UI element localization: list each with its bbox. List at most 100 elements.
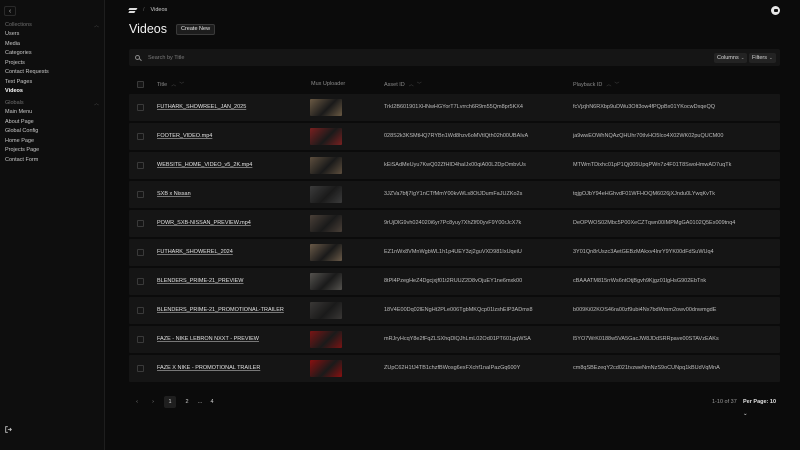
sort-arrows-icon[interactable]: ︿﹀ [606, 82, 622, 88]
video-title-link[interactable]: POWR_SXB-NISSAN_PREVIEW.mp4 [157, 220, 251, 226]
logout-button[interactable] [5, 426, 12, 435]
row-checkbox[interactable] [137, 249, 144, 256]
video-thumbnail [310, 99, 342, 116]
table-row[interactable]: FUTHARK_SHOWEREL_2024 EZ1nWx8VMnWgbWL1h1p… [129, 239, 780, 266]
chevron-left-icon[interactable]: ‹ [131, 396, 143, 408]
create-new-button[interactable]: Create New [176, 23, 216, 35]
video-thumbnail [310, 302, 342, 319]
page-header: Videos Create New [129, 22, 216, 36]
video-thumbnail [310, 157, 342, 174]
row-checkbox[interactable] [137, 133, 144, 140]
asset-id: 028S2k3KSMtHQ7RYBn1Wd8hzv6oMVtlQth02h00U… [384, 133, 529, 139]
row-checkbox[interactable] [137, 307, 144, 314]
chevron-up-icon: ︿ [93, 23, 99, 29]
row-checkbox[interactable] [137, 365, 144, 372]
table-row[interactable]: WEBSITE_HOME_VIDEO_v5_2K.mp4 kEiSAdMeUyu7… [129, 152, 780, 179]
column-header-title[interactable]: Title ︿﹀ [157, 81, 187, 88]
breadcrumb-current: Videos [150, 7, 168, 13]
logo-icon[interactable] [129, 7, 137, 13]
video-thumbnail [310, 360, 342, 377]
video-title-link[interactable]: BLENDERS_PRIME-21_PREVIEW [157, 278, 244, 284]
playback-id: tqjgOJbY94eHGhvdF01WFHOQM6026jXJndu0LYwq… [573, 191, 716, 197]
playback-id: fcVjzjhN6RXbp9uDWu3Olt3ow4fPQpBx01YKocwD… [573, 104, 716, 110]
video-title-link[interactable]: FUTHARK_SHOWEREL_2024 [157, 249, 233, 255]
sidebar-item-main-menu[interactable]: Main Menu [5, 108, 39, 118]
table-row[interactable]: FUTHARK_SHOWREEL_JAN_2025 TrkI2B601901XHN… [129, 94, 780, 121]
asset-id: mRJryHcqY8e2fFqZLSXhqDlQJhLmL02Od01PT601… [384, 336, 531, 342]
globals-nav: Main Menu About Page Global Config Home … [5, 108, 39, 165]
columns-button[interactable]: Columns ⌄ [714, 52, 748, 63]
row-checkbox[interactable] [137, 336, 144, 343]
sidebar-item-contact-form[interactable]: Contact Form [5, 156, 39, 166]
asset-id: kEiSAdMeUyu7KwQ02ZfHID4haIJx00qiA00L2DpO… [384, 162, 526, 168]
per-page-select[interactable]: Per Page: 10 ⌄ [743, 396, 780, 420]
search-input[interactable] [148, 54, 448, 61]
globals-group-header[interactable]: Globals ︿ [5, 100, 99, 107]
sidebar-item-projects[interactable]: Projects [5, 59, 49, 69]
pagination-ellipsis: ... [197, 399, 203, 405]
table-row[interactable]: POWR_SXB-NISSAN_PREVIEW.mp4 9rUjDlG9vh024… [129, 210, 780, 237]
chevron-right-icon[interactable]: › [147, 396, 159, 408]
video-title-link[interactable]: FUTHARK_SHOWREEL_JAN_2025 [157, 104, 246, 110]
sidebar-item-text-pages[interactable]: Text Pages [5, 78, 49, 88]
sort-arrows-icon[interactable]: ︿﹀ [409, 82, 425, 88]
page-4-button[interactable]: 4 [206, 396, 218, 408]
sidebar-item-global-config[interactable]: Global Config [5, 127, 39, 137]
table-row[interactable]: FAZE X NIKE - PROMOTIONAL TRAILER ZUpC62H… [129, 355, 780, 382]
column-header-mux-uploader: Mux Uploader [311, 81, 346, 87]
asset-id: 9rUjDlG9vh024020i6yr7Pc8yuy7XhZlf00yvF9Y… [384, 220, 522, 226]
asset-id: 18V4E00Dq02lENgHt2PLe006TgbMKQcp01lzshEl… [384, 307, 533, 313]
table-row[interactable]: FOOTER_VIDEO.mp4 028S2k3KSMtHQ7RYBn1Wd8hz… [129, 123, 780, 150]
video-title-link[interactable]: SXB x Nissan [157, 191, 191, 197]
table-row[interactable]: BLENDERS_PRIME-21_PROMOTIONAL-TRAILER 18V… [129, 297, 780, 324]
select-all-checkbox[interactable] [137, 81, 144, 88]
filters-label: Filters [752, 54, 767, 61]
video-title-link[interactable]: FAZE X NIKE - PROMOTIONAL TRAILER [157, 365, 260, 371]
filters-button[interactable]: Filters ⌄ [749, 52, 776, 63]
sidebar-item-media[interactable]: Media [5, 40, 49, 50]
asset-id: 3JZVa7bfj7IgY1nCTfMmY00kvWLs8OtJDumFaJUZ… [384, 191, 523, 197]
collections-group-header[interactable]: Collections ︿ [5, 22, 99, 29]
chevron-down-icon: ⌄ [740, 54, 745, 60]
row-checkbox[interactable] [137, 278, 144, 285]
sidebar-item-categories[interactable]: Categories [5, 49, 49, 59]
account-avatar[interactable] [771, 6, 780, 15]
collections-nav: Users Media Categories Projects Contact … [5, 30, 49, 97]
sidebar-item-videos[interactable]: Videos [5, 87, 49, 97]
table-row[interactable]: FAZE - NIKE LEBRON NXXT - PREVIEW mRJryHc… [129, 326, 780, 353]
main-content: / Videos Videos Create New Columns ⌄ Fil… [105, 0, 800, 450]
column-header-asset-id[interactable]: Asset ID ︿﹀ [384, 81, 425, 88]
chevron-down-icon: ⌄ [743, 411, 748, 417]
sidebar-item-about-page[interactable]: About Page [5, 118, 39, 128]
video-title-link[interactable]: FOOTER_VIDEO.mp4 [157, 133, 212, 139]
page-1-button[interactable]: 1 [164, 396, 176, 408]
page-2-button[interactable]: 2 [181, 396, 193, 408]
sidebar-item-users[interactable]: Users [5, 30, 49, 40]
table-row[interactable]: BLENDERS_PRIME-21_PREVIEW 8tPl4PzegHeZ4Dg… [129, 268, 780, 295]
asset-id: EZ1nWx8VMnWgbWL1h1p4UEY3zj2guVXD981IxUqe… [384, 249, 522, 255]
globals-label: Globals [5, 100, 24, 106]
sidebar-item-contact-requests[interactable]: Contact Requests [5, 68, 49, 78]
table-row[interactable]: SXB x Nissan 3JZVa7bfj7IgY1nCTfMmY00kvWLs… [129, 181, 780, 208]
page-title: Videos [129, 22, 167, 36]
playback-id: MTWmTDixhc01pP1Qj005UpqPWn7z4F01T8SwoHmw… [573, 162, 732, 168]
sort-arrows-icon[interactable]: ︿﹀ [171, 82, 187, 88]
sidebar-item-home-page[interactable]: Home Page [5, 137, 39, 147]
per-page-value: 10 [769, 399, 777, 405]
search-icon [135, 55, 140, 60]
logout-icon [5, 426, 12, 433]
row-checkbox[interactable] [137, 162, 144, 169]
row-checkbox[interactable] [137, 220, 144, 227]
table-header: Title ︿﹀ Mux Uploader Asset ID ︿﹀ Playback… [129, 79, 780, 91]
video-thumbnail [310, 215, 342, 232]
row-checkbox[interactable] [137, 191, 144, 198]
video-title-link[interactable]: WEBSITE_HOME_VIDEO_v5_2K.mp4 [157, 162, 252, 168]
video-title-link[interactable]: BLENDERS_PRIME-21_PROMOTIONAL-TRAILER [157, 307, 284, 313]
sidebar-item-projects-page[interactable]: Projects Page [5, 146, 39, 156]
video-title-link[interactable]: FAZE - NIKE LEBRON NXXT - PREVIEW [157, 336, 259, 342]
collections-label: Collections [5, 22, 32, 28]
collapse-sidebar-button[interactable]: ‹ [4, 6, 16, 16]
row-checkbox[interactable] [137, 104, 144, 111]
column-header-playback-id[interactable]: Playback ID ︿﹀ [573, 81, 622, 88]
video-thumbnail [310, 273, 342, 290]
